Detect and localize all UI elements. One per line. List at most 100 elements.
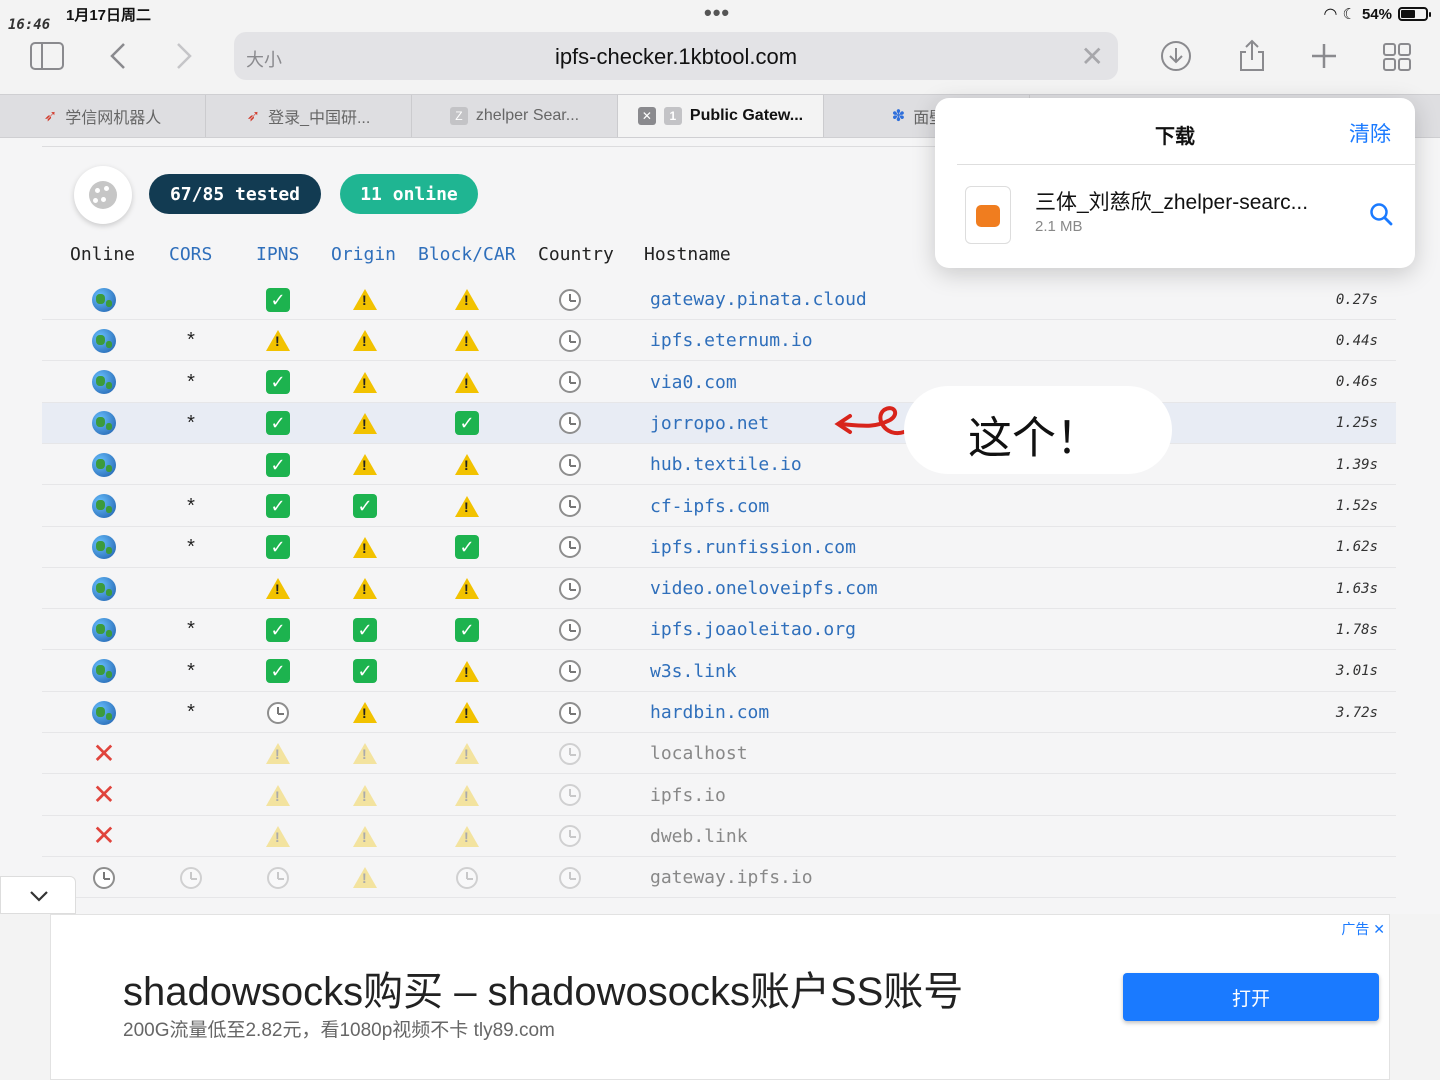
cell-online — [82, 320, 126, 361]
check-icon: ✓ — [455, 535, 479, 560]
tab-public-gateway[interactable]: ✕ 1 Public Gatew... — [618, 95, 824, 137]
hostname-link[interactable]: ipfs.joaoleitao.org — [650, 609, 856, 650]
downloads-icon[interactable] — [1160, 40, 1192, 72]
cell-country — [548, 403, 592, 444]
check-icon: ✓ — [266, 535, 290, 560]
table-row: * ✓ ✓ jorropo.net 1.25s — [42, 402, 1396, 444]
cell-block: ✓ — [445, 609, 489, 650]
warning-icon — [353, 454, 377, 476]
col-ipns[interactable]: IPNS — [256, 244, 299, 265]
hostname-link[interactable]: video.oneloveipfs.com — [650, 568, 878, 609]
download-file-size: 2.1 MB — [1035, 218, 1083, 235]
hostname-link[interactable]: jorropo.net — [650, 403, 769, 444]
response-time: 1.52s — [1335, 498, 1378, 514]
hostname-link[interactable]: gateway.pinata.cloud — [650, 279, 867, 320]
cell-origin — [343, 857, 387, 898]
cors-star: * — [187, 535, 195, 558]
back-icon[interactable] — [108, 42, 128, 70]
hostname-link[interactable]: gateway.ipfs.io — [650, 857, 813, 898]
hostname-link[interactable]: ipfs.eternum.io — [650, 320, 813, 361]
cell-origin: ✓ — [343, 486, 387, 527]
rocket-icon: ➶ — [43, 108, 58, 125]
cross-icon: ✕ — [92, 820, 116, 852]
ad-banner[interactable]: 广告 ✕ shadowsocks购买 – shadowosocks账户SS账号 … — [50, 914, 1390, 1080]
cell-ipns — [256, 857, 300, 898]
clear-downloads-button[interactable]: 清除 — [1349, 118, 1391, 148]
new-tab-icon[interactable] — [1310, 42, 1338, 70]
forward-icon[interactable] — [174, 42, 194, 70]
address-bar[interactable]: 大小 ipfs-checker.1kbtool.com ✕ — [234, 32, 1118, 80]
cell-online — [82, 609, 126, 650]
tab-label: Public Gatew... — [689, 107, 804, 124]
cross-icon: ✕ — [92, 737, 116, 769]
warning-icon — [455, 660, 479, 682]
table-row: ✕ localhost — [42, 733, 1396, 775]
dnd-moon-icon: ☾ — [1342, 6, 1356, 23]
clock-icon — [559, 618, 581, 641]
cell-block: ✓ — [445, 403, 489, 444]
hostname-link[interactable]: dweb.link — [650, 816, 748, 857]
cell-cors — [169, 568, 213, 609]
tab-overview-icon[interactable] — [1382, 42, 1412, 72]
check-icon: ✓ — [353, 617, 377, 642]
warning-icon — [353, 289, 377, 310]
cell-origin — [343, 444, 387, 485]
cell-country — [548, 816, 592, 857]
ad-open-button[interactable]: 打开 — [1123, 973, 1379, 1021]
cell-block: ✓ — [445, 527, 489, 568]
warning-icon — [353, 371, 377, 393]
col-online: Online — [70, 244, 136, 265]
cell-online — [82, 651, 126, 692]
close-ad-icon[interactable]: ✕ — [1373, 921, 1385, 937]
book-file-icon[interactable] — [965, 186, 1011, 244]
cell-block — [445, 568, 489, 609]
clock-icon — [559, 453, 581, 476]
cell-ipns: ✓ — [256, 444, 300, 485]
ad-label[interactable]: 广告 ✕ — [1341, 919, 1385, 939]
tab-login[interactable]: ➶ 登录_中国研... — [206, 95, 412, 137]
cell-ipns — [256, 733, 300, 774]
col-origin[interactable]: Origin — [331, 244, 396, 265]
close-tab-icon[interactable]: ✕ — [637, 107, 656, 125]
collapse-ad-button[interactable] — [0, 876, 76, 914]
download-file-name[interactable]: 三体_刘慈欣_zhelper-searc... — [1035, 186, 1308, 216]
sidebar-icon[interactable] — [30, 42, 64, 70]
response-time: 0.44s — [1335, 332, 1378, 349]
cell-origin — [343, 692, 387, 733]
warning-icon — [455, 330, 479, 352]
clear-url-icon[interactable]: ✕ — [1081, 40, 1104, 73]
hostname-link[interactable]: ipfs.io — [650, 775, 726, 816]
col-cors[interactable]: CORS — [169, 244, 212, 265]
col-block-car[interactable]: Block/CAR — [418, 244, 516, 265]
clock-icon — [559, 536, 581, 559]
warning-icon — [455, 784, 479, 806]
ad-headline[interactable]: shadowsocks购买 – shadowosocks账户SS账号 — [123, 959, 963, 1017]
hostname-link[interactable]: cf-ipfs.com — [650, 486, 769, 527]
warning-icon — [266, 825, 290, 847]
hostname-link[interactable]: hub.textile.io — [650, 444, 802, 485]
hostname-link[interactable]: hardbin.com — [650, 692, 769, 733]
cell-country — [548, 527, 592, 568]
col-country: Country — [538, 244, 614, 265]
cross-icon: ✕ — [92, 779, 116, 811]
cors-star: * — [187, 411, 195, 434]
cookie-button[interactable] — [74, 166, 132, 224]
hostname-link[interactable]: ipfs.runfission.com — [650, 527, 856, 568]
tab-xuexin[interactable]: ➶ 学信网机器人 — [0, 95, 206, 137]
clock-icon — [559, 288, 581, 311]
cell-origin: ✓ — [343, 609, 387, 650]
hostname-link[interactable]: w3s.link — [650, 651, 737, 692]
cell-origin — [343, 775, 387, 816]
url-text[interactable]: ipfs-checker.1kbtool.com — [234, 44, 1118, 70]
multitask-dots-icon[interactable]: ••• — [704, 0, 730, 26]
hostname-link[interactable]: localhost — [650, 733, 748, 774]
tab-zhelper[interactable]: Z zhelper Sear... — [412, 95, 618, 137]
reveal-search-icon[interactable] — [1369, 202, 1393, 226]
response-time: 1.39s — [1335, 456, 1378, 473]
check-icon: ✓ — [353, 659, 377, 684]
share-icon[interactable] — [1238, 38, 1266, 72]
clock-icon — [559, 866, 581, 889]
check-icon: ✓ — [266, 287, 290, 312]
table-row: * ✓ via0.com 0.46s — [42, 362, 1396, 403]
hostname-link[interactable]: via0.com — [650, 362, 737, 403]
